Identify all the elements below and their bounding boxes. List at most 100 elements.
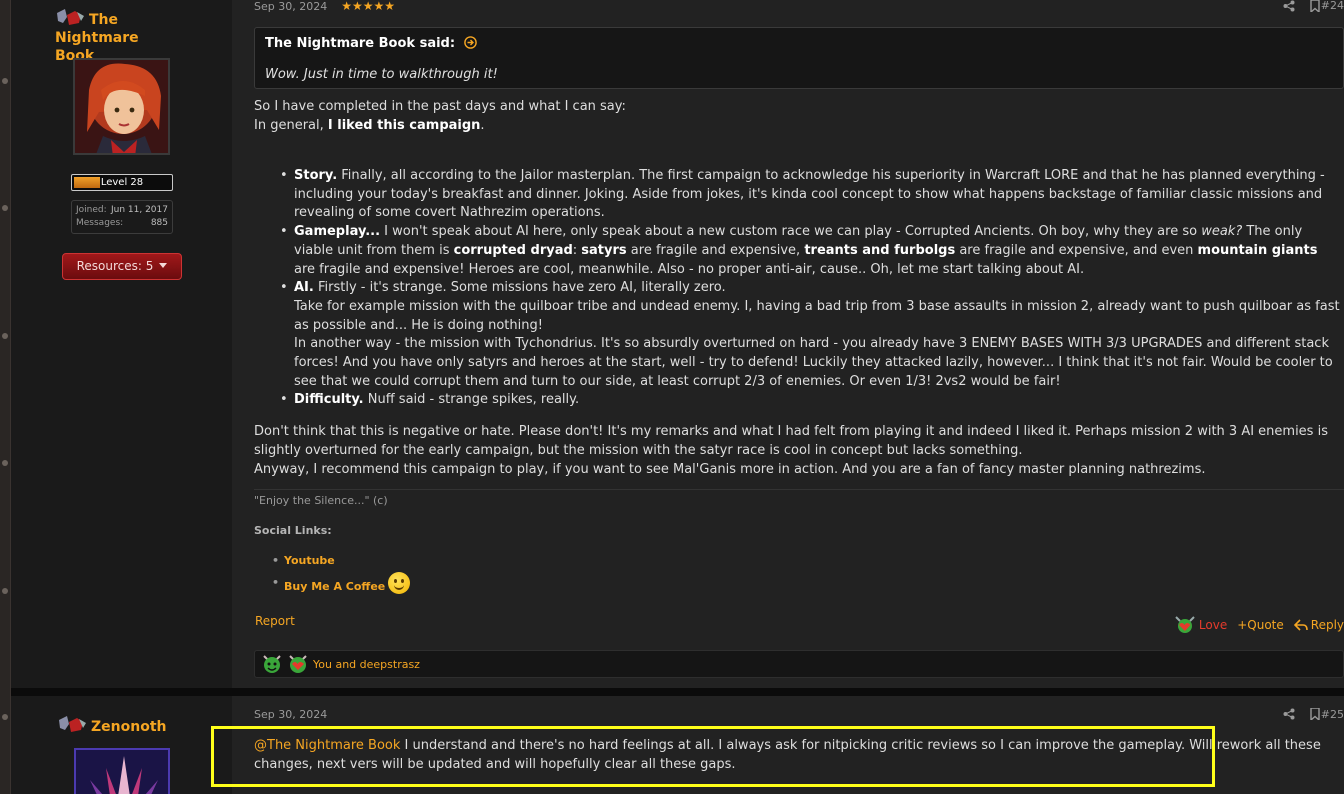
- bookmark-icon[interactable]: [1309, 708, 1321, 720]
- user-stats: Joined: Jun 11, 2017 Messages: 885: [71, 200, 173, 234]
- social-links-title: Social Links:: [254, 524, 332, 537]
- rating-stars: ★★★★★: [341, 0, 396, 13]
- quote-label: +Quote: [1237, 618, 1284, 632]
- rank-icon: [59, 716, 86, 732]
- messages-row: Messages: 885: [76, 217, 168, 230]
- username[interactable]: Zenonoth: [57, 716, 207, 736]
- left-rail: [0, 0, 11, 794]
- quote-block: The Nightmare Book said: Wow. Just in ti…: [254, 27, 1344, 89]
- joined-row: Joined: Jun 11, 2017: [76, 204, 168, 217]
- user-column: The Nightmare Book Level 28 Joined: Jun …: [11, 0, 232, 688]
- bullet-text: are fragile and expensive,: [626, 242, 805, 258]
- reaction-icon: [263, 655, 281, 673]
- avatar[interactable]: [73, 58, 170, 155]
- arrow-right-circle-icon[interactable]: [463, 36, 477, 49]
- report-link[interactable]: Report: [255, 614, 295, 628]
- bullet-bold: satyrs: [581, 242, 627, 258]
- signature-divider: [254, 489, 1344, 490]
- rivet-icon: [2, 205, 8, 211]
- love-label: Love: [1198, 618, 1228, 632]
- reactions-bar[interactable]: You and deepstrasz: [254, 650, 1344, 678]
- post-date[interactable]: Sep 30, 2024: [254, 0, 327, 13]
- bullet-text: Nuff said - strange spikes, really.: [363, 392, 580, 408]
- post-date[interactable]: Sep 30, 2024: [254, 708, 327, 721]
- rivet-icon: [2, 588, 8, 594]
- level-label: Level 28: [100, 177, 144, 188]
- signature-quote: "Enjoy the Silence..." (c): [254, 494, 388, 507]
- post: The Nightmare Book Level 28 Joined: Jun …: [11, 0, 1344, 688]
- social-link-label[interactable]: Buy Me A Coffee: [284, 580, 385, 593]
- quote-author[interactable]: The Nightmare Book said:: [265, 36, 455, 51]
- post-outro: Don't think that this is negative or hat…: [254, 422, 1340, 479]
- intro-text: In general,: [254, 118, 328, 133]
- outro-paragraph: Don't think that this is negative or hat…: [254, 424, 1328, 458]
- messages-value: 885: [150, 218, 168, 228]
- outro-paragraph: Anyway, I recommend this campaign to pla…: [254, 462, 1206, 477]
- social-link-youtube[interactable]: Youtube: [272, 550, 410, 572]
- intro-line: In general, I liked this campaign.: [254, 116, 1340, 135]
- messages-label: Messages:: [76, 218, 124, 228]
- rivet-icon: [2, 460, 8, 466]
- quote-header: The Nightmare Book said:: [265, 36, 477, 51]
- username-label[interactable]: Zenonoth: [91, 719, 166, 735]
- bullet-italic: weak?: [1201, 224, 1243, 240]
- love-reaction-icon: [289, 655, 307, 673]
- avatar-image: [76, 750, 168, 794]
- intro-bold: I liked this campaign: [327, 118, 481, 133]
- resources-button[interactable]: Resources: 5: [62, 253, 182, 280]
- joined-label: Joined:: [76, 205, 107, 215]
- reactions-text[interactable]: You and deepstrasz: [313, 658, 420, 671]
- love-reaction-icon: [1175, 616, 1195, 633]
- bullet-text: Take for example mission with the quilbo…: [294, 298, 1340, 333]
- chevron-down-icon: [159, 263, 168, 268]
- bullet-bold: treants and furbolgs: [804, 242, 956, 258]
- intro-line: So I have completed in the past days and…: [254, 99, 626, 114]
- rivet-icon: [2, 78, 8, 84]
- post-content: Sep 30, 2024 ★★★★★ #24 The Nightmare Boo…: [232, 0, 1344, 688]
- quote-button[interactable]: +Quote: [1237, 618, 1284, 632]
- list-item: Difficulty. Nuff said - strange spikes, …: [272, 391, 1340, 410]
- avatar[interactable]: [74, 748, 170, 794]
- resources-label: Resources: 5: [76, 259, 154, 273]
- bullet-title: Difficulty.: [294, 392, 364, 408]
- bullet-title: Gameplay...: [294, 224, 381, 240]
- reply-button[interactable]: Reply: [1293, 618, 1344, 632]
- post-number[interactable]: #25: [1321, 708, 1344, 721]
- bookmark-icon[interactable]: [1309, 0, 1321, 12]
- highlight-box: [211, 726, 1215, 787]
- bullet-text: In another way - the mission with Tychon…: [294, 336, 1333, 389]
- bullet-text: are fragile and expensive! Heroes are co…: [294, 261, 1085, 277]
- user-column: Zenonoth: [11, 696, 232, 794]
- share-icon[interactable]: [1283, 708, 1295, 720]
- rivet-icon: [2, 714, 8, 720]
- bullet-text: Firstly - it's strange. Some missions ha…: [313, 280, 726, 296]
- reply-icon: [1293, 619, 1308, 631]
- level-bar: Level 28: [71, 174, 173, 191]
- post-separator: [11, 688, 1344, 696]
- social-link-coffee[interactable]: Buy Me A Coffee: [272, 572, 411, 598]
- review-list: Story. Finally, all according to the Jai…: [272, 167, 1340, 410]
- list-item: Gameplay... I won't speak about AI here,…: [272, 223, 1340, 279]
- bullet-title: Story.: [294, 168, 338, 183]
- quote-text: Wow. Just in time to walkthrough it!: [265, 67, 498, 82]
- rank-icon: [57, 9, 84, 25]
- bullet-bold: corrupted dryad: [453, 242, 573, 258]
- joined-value: Jun 11, 2017: [110, 205, 168, 215]
- intro-text: .: [480, 118, 485, 133]
- post-meta: Sep 30, 2024 ★★★★★: [254, 0, 395, 13]
- list-item: AI. Firstly - it's strange. Some mission…: [272, 279, 1340, 391]
- bullet-bold: mountain giants: [1197, 242, 1318, 258]
- post-intro: So I have completed in the past days and…: [254, 97, 1340, 135]
- social-links: Youtube Buy Me A Coffee: [272, 550, 411, 598]
- smiley-icon: [388, 572, 411, 594]
- bullet-text: Finally, all according to the Jailor mas…: [294, 168, 1325, 221]
- username[interactable]: The Nightmare Book: [55, 9, 205, 65]
- love-button[interactable]: Love: [1174, 615, 1227, 635]
- avatar-image: [75, 60, 168, 153]
- list-item: Story. Finally, all according to the Jai…: [272, 167, 1340, 223]
- rivet-icon: [2, 333, 8, 339]
- share-icon[interactable]: [1283, 0, 1295, 12]
- bullet-title: AI.: [294, 280, 314, 296]
- reply-label: Reply: [1310, 618, 1344, 632]
- post-number[interactable]: #24: [1321, 0, 1344, 12]
